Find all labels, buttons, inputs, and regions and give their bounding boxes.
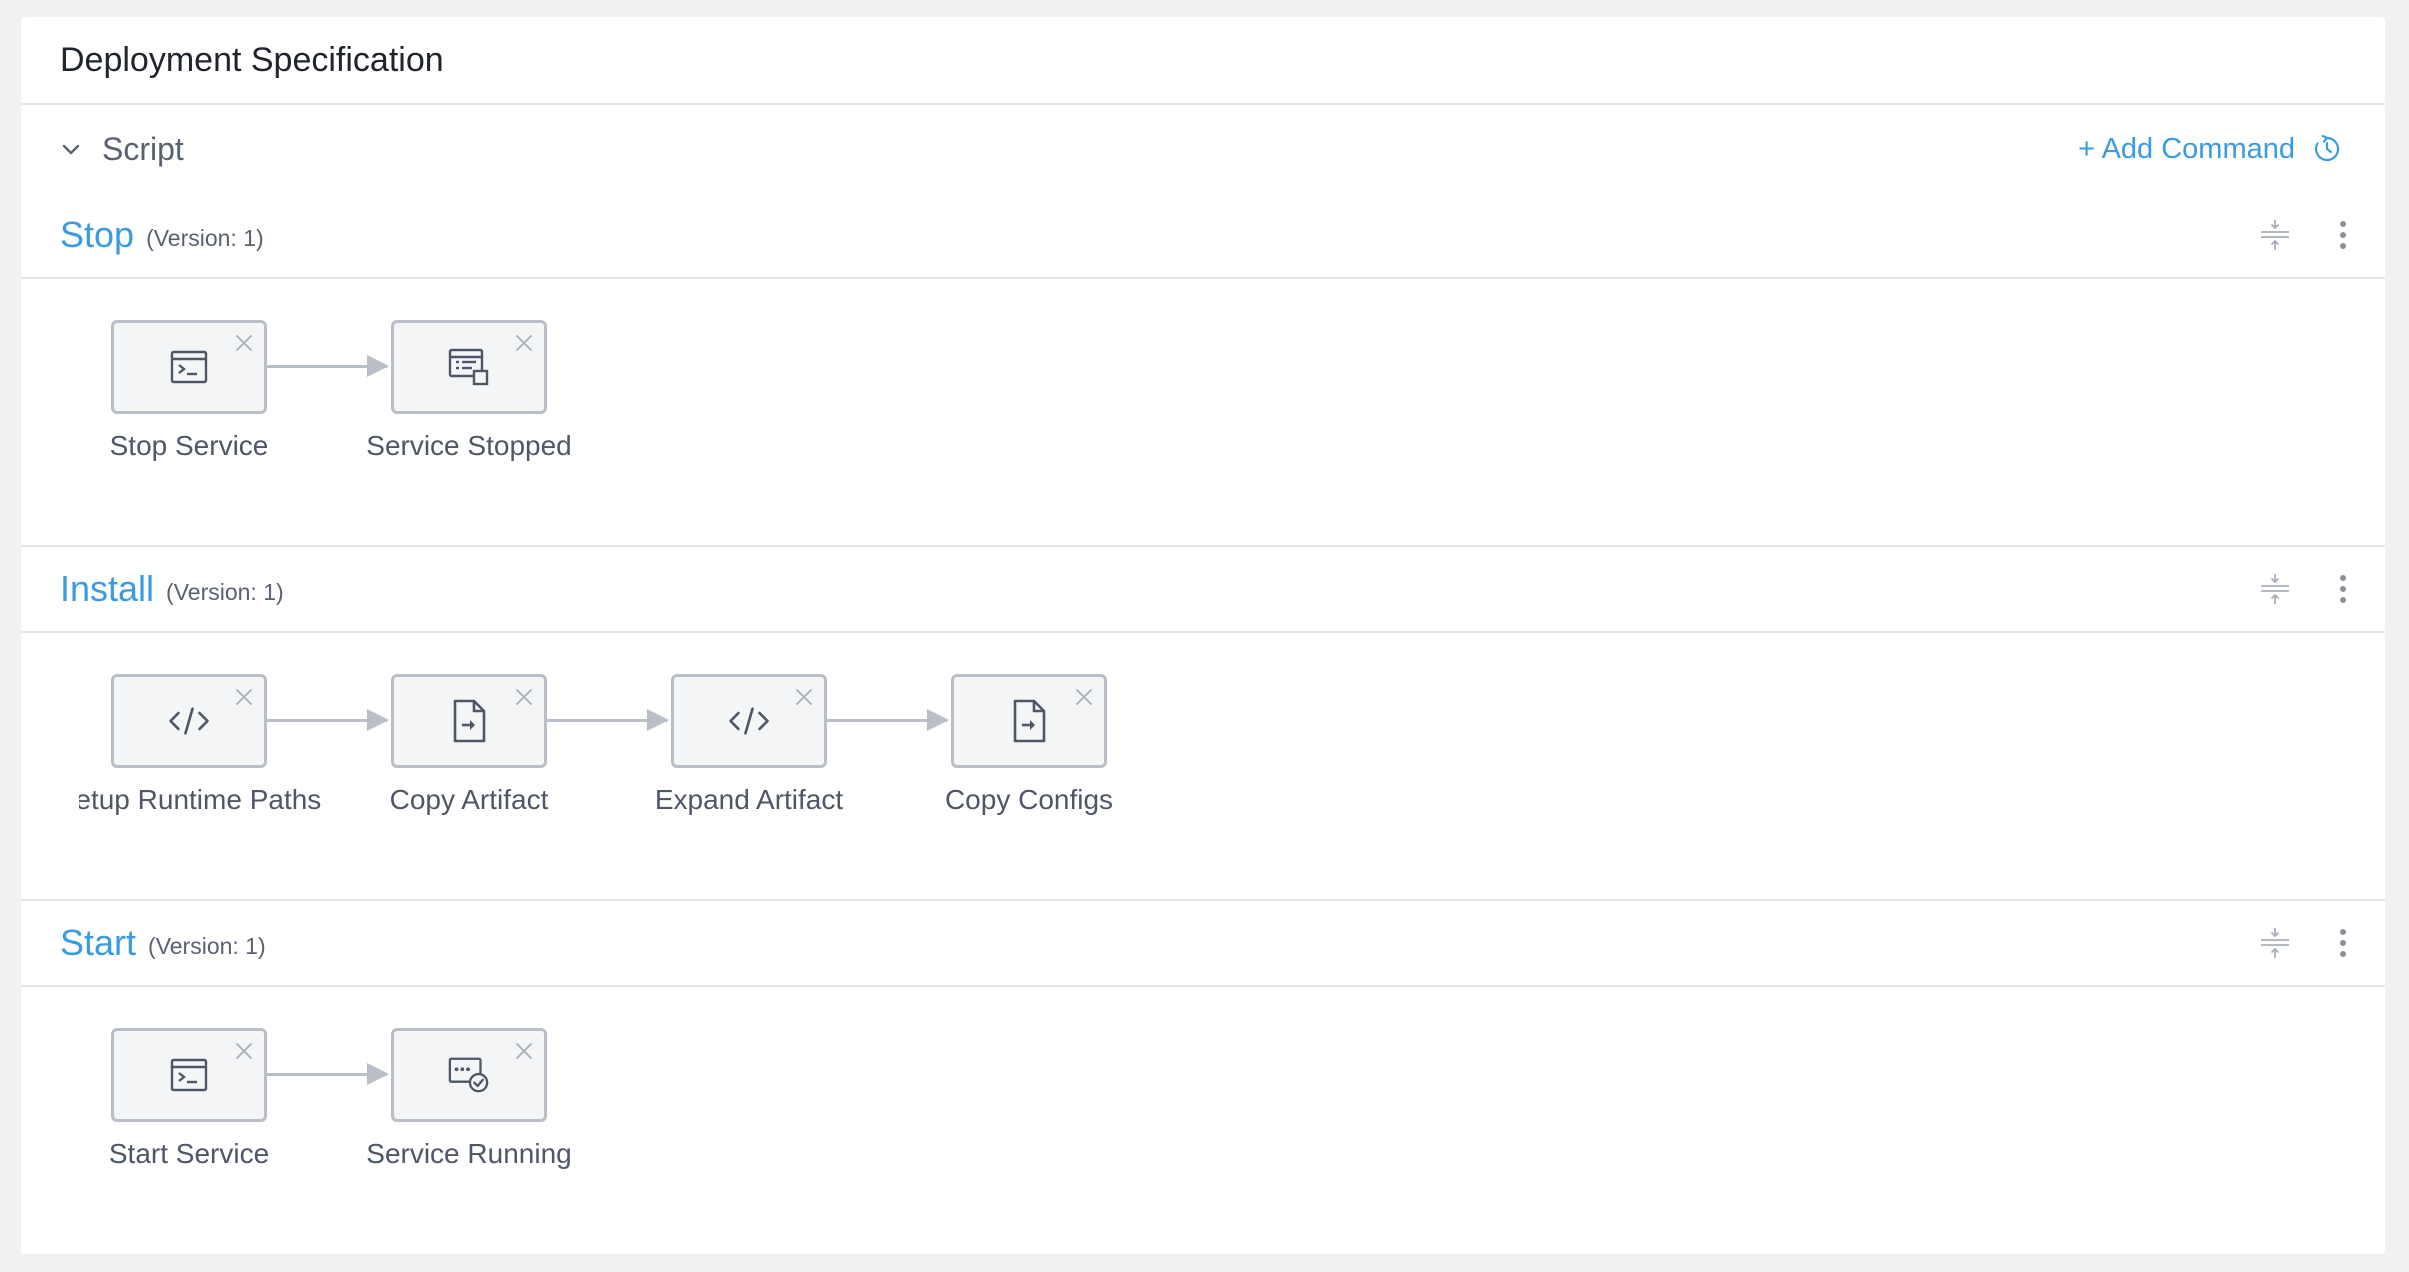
close-icon[interactable] [514,333,534,353]
code-icon [727,699,771,743]
close-icon[interactable] [234,687,254,707]
section-body: Setup Runtime Paths Copy Artifact Expand A… [21,633,2385,901]
step-setup-runtime-paths[interactable] [111,674,267,768]
section-title[interactable]: Install [60,568,154,610]
code-icon [167,699,211,743]
chevron-down-icon[interactable] [60,138,82,160]
step-label: Expand Artifact [654,784,844,815]
step-stop-service[interactable] [111,320,267,414]
close-icon[interactable] [514,687,534,707]
expand-collapse-icon[interactable] [2258,572,2292,606]
more-options-icon[interactable] [2336,218,2350,252]
section-version: (Version: 1) [166,578,284,605]
section-title[interactable]: Stop [60,214,134,256]
expand-collapse-icon[interactable] [2258,926,2292,960]
step-label: Setup Runtime Paths [56,784,322,815]
close-icon[interactable] [514,1041,534,1061]
body-clip [21,633,79,899]
section-header: Stop (Version: 1) [21,193,2385,279]
service-check-icon [447,1053,491,1097]
step-label: Copy Configs [944,784,1114,815]
add-command-label: + Add Command [2078,132,2295,165]
close-icon[interactable] [234,333,254,353]
connector-arrow [267,709,389,731]
section-version: (Version: 1) [148,932,266,959]
step-expand-artifact[interactable] [671,674,827,768]
section-version: (Version: 1) [146,224,264,251]
connector-arrow [267,1063,389,1085]
section-body: Stop Service Service Stopped [21,279,2385,547]
terminal-icon [167,345,211,389]
service-list-icon [447,345,491,389]
section-title[interactable]: Start [60,922,136,964]
body-clip [21,987,79,1253]
script-label[interactable]: Script [102,131,184,168]
step-service-running[interactable] [391,1028,547,1122]
close-icon[interactable] [794,687,814,707]
step-label: Start Service [108,1138,270,1169]
step-label: Copy Artifact [389,784,549,815]
step-copy-artifact[interactable] [391,674,547,768]
section-stop: Stop (Version: 1) Stop Service Service S… [21,193,2385,547]
connector-arrow [547,709,669,731]
connector-arrow [267,355,389,377]
page-title: Deployment Specification [60,40,444,79]
step-label: Service Stopped [366,430,572,461]
step-label: Stop Service [109,430,269,461]
terminal-icon [167,1053,211,1097]
section-body: Start Service Service Running [21,987,2385,1253]
section-install: Install (Version: 1) Setup Runtime Paths… [21,547,2385,901]
add-command-button[interactable]: + Add Command [2078,133,2341,166]
revision-history-icon[interactable] [2313,135,2341,163]
body-clip [21,279,79,545]
step-label: Service Running [366,1138,572,1169]
close-icon[interactable] [234,1041,254,1061]
step-service-stopped[interactable] [391,320,547,414]
expand-collapse-icon[interactable] [2258,218,2292,252]
card-header: Deployment Specification [21,17,2385,105]
more-options-icon[interactable] [2336,572,2350,606]
section-header: Start (Version: 1) [21,901,2385,987]
section-header: Install (Version: 1) [21,547,2385,633]
close-icon[interactable] [1074,687,1094,707]
file-copy-icon [1007,699,1051,743]
step-copy-configs[interactable] [951,674,1107,768]
step-start-service[interactable] [111,1028,267,1122]
file-copy-icon [447,699,491,743]
section-start: Start (Version: 1) Start Service Service… [21,901,2385,1253]
connector-arrow [827,709,949,731]
script-row: Script + Add Command [21,105,2385,193]
deployment-specification-card: Deployment Specification Script + Add Co… [21,17,2385,1254]
more-options-icon[interactable] [2336,926,2350,960]
